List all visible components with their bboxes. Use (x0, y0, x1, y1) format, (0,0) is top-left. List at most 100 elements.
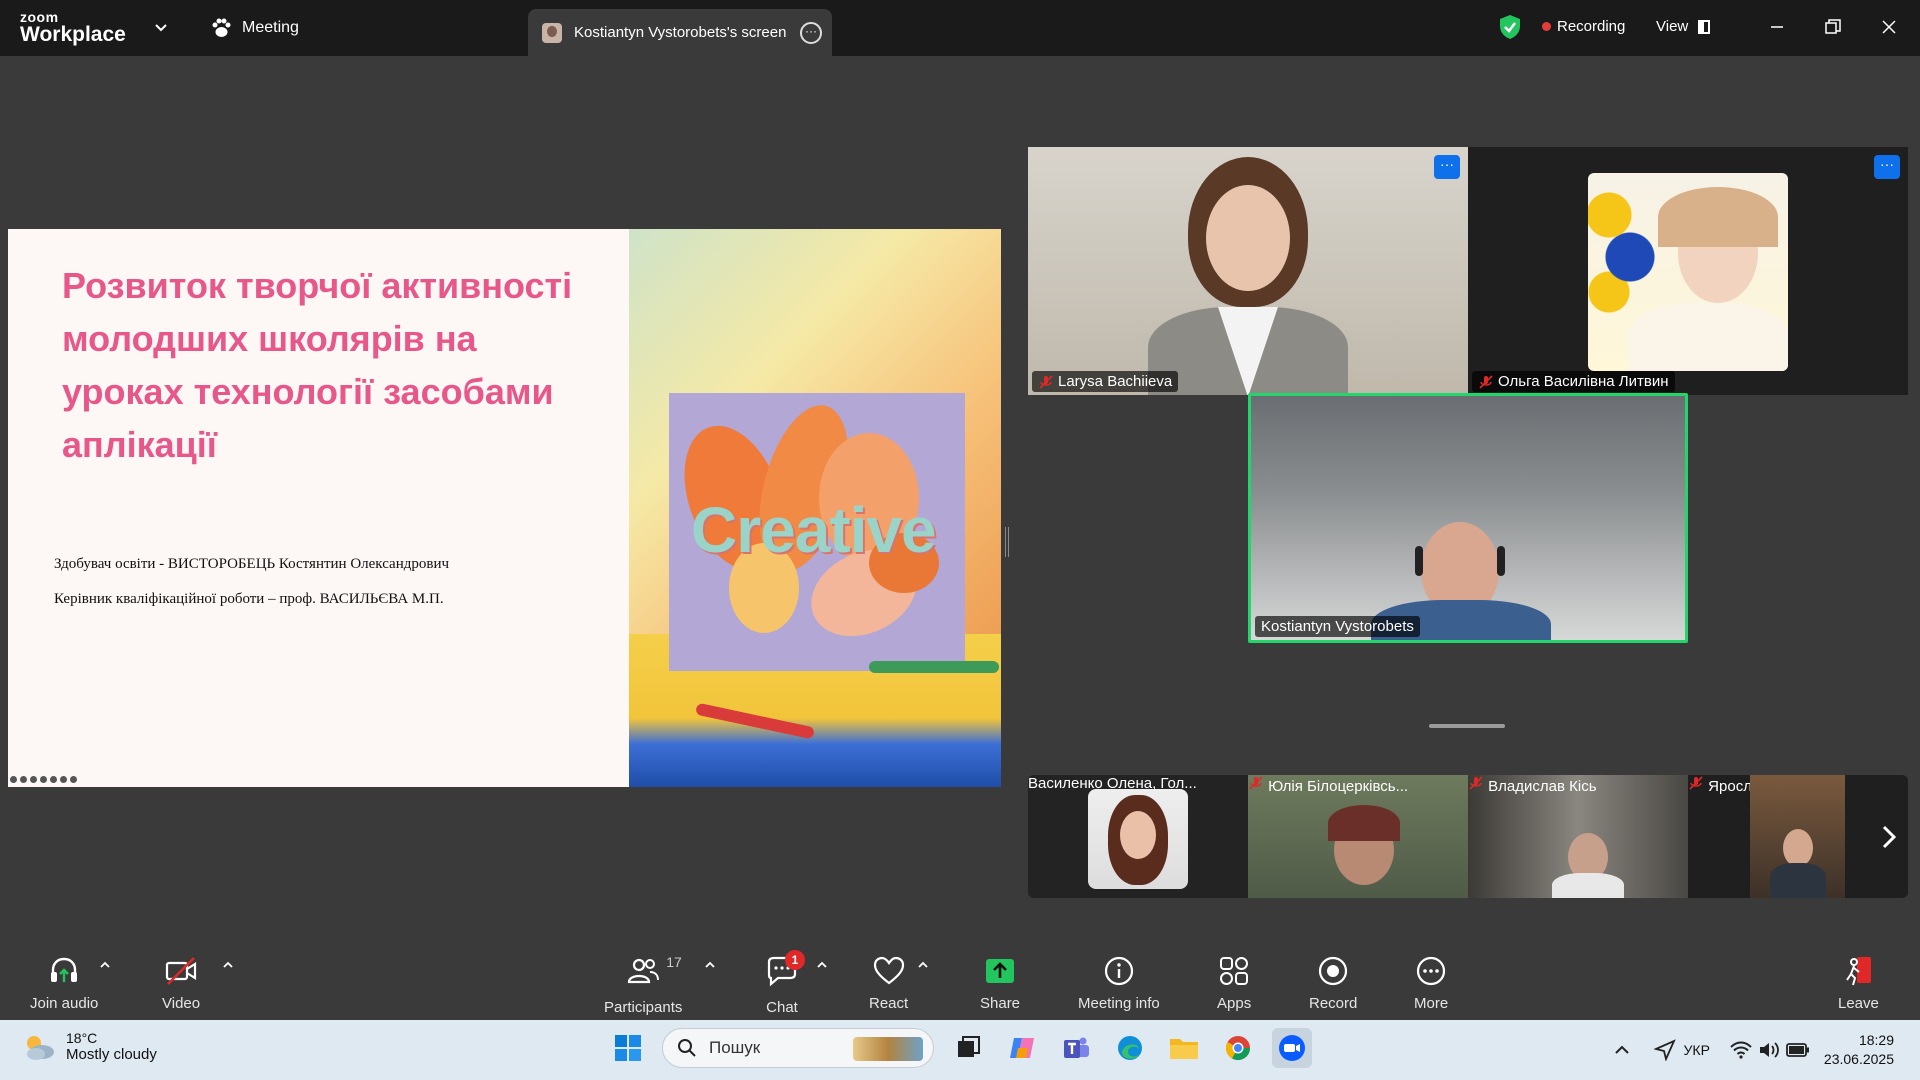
thumb-yulia[interactable]: Юлія Білоцерківсь... (1248, 775, 1468, 898)
search-placeholder: Пошук (709, 1038, 761, 1057)
headphones-icon (51, 957, 78, 982)
tile-label: Kostiantyn Vystorobets (1255, 616, 1420, 637)
participants-count: 17 (666, 954, 682, 970)
task-view-icon (958, 1036, 980, 1057)
join-audio-label: Join audio (30, 995, 99, 1012)
taskbar-app-task-view[interactable] (948, 1028, 988, 1068)
chat-button[interactable]: 1 Chat (765, 950, 805, 1016)
gallery-scroll-handle[interactable] (1429, 724, 1505, 728)
thumb-vladyslav[interactable]: Владислав Кісь (1468, 775, 1688, 898)
chevron-up-icon[interactable] (221, 958, 235, 972)
video-button[interactable]: Video (162, 954, 200, 1012)
chevron-right-icon[interactable] (1874, 819, 1904, 855)
more-button[interactable]: More (1414, 954, 1448, 1012)
video-tile-larysa[interactable]: ··· Larysa Bachiieva (1028, 147, 1468, 395)
apps-button[interactable]: Apps (1217, 954, 1251, 1012)
leave-label: Leave (1838, 995, 1879, 1012)
restore-button[interactable] (1820, 14, 1846, 40)
taskbar-app-zoom[interactable] (1272, 1028, 1312, 1068)
tile-more-icon[interactable]: ··· (1434, 155, 1460, 179)
mic-muted-icon (1469, 776, 1483, 790)
slide-toolbar[interactable] (10, 776, 77, 783)
zoom-logo: zoom Workplace (20, 10, 126, 46)
record-button[interactable]: Record (1309, 954, 1357, 1012)
chevron-up-icon[interactable] (703, 958, 717, 972)
view-button[interactable]: View (1656, 18, 1711, 35)
taskbar-search-input[interactable]: Пошук (662, 1028, 934, 1068)
volume-icon[interactable] (1758, 1040, 1780, 1060)
join-audio-button[interactable]: Join audio (30, 954, 98, 1012)
record-label: Record (1309, 995, 1358, 1012)
logo-workplace-text: Workplace (20, 23, 126, 46)
participants-button[interactable]: 17 Participants (604, 954, 682, 1016)
taskbar-app-copilot[interactable] (1002, 1028, 1042, 1068)
minimize-button[interactable] (1764, 14, 1790, 40)
clock-time: 18:29 (1858, 1032, 1894, 1048)
taskbar-app-teams[interactable] (1056, 1028, 1096, 1068)
chrome-icon (1225, 1036, 1250, 1061)
video-tile-kostiantyn[interactable]: Kostiantyn Vystorobets (1248, 393, 1688, 643)
participant-name: Ольга Василівна Литвин (1498, 373, 1669, 390)
recording-indicator[interactable]: Recording (1542, 18, 1625, 35)
edge-icon (1118, 1036, 1142, 1060)
wifi-icon[interactable] (1730, 1041, 1752, 1059)
leave-button[interactable]: Leave (1838, 954, 1879, 1012)
start-button[interactable] (608, 1028, 648, 1068)
battery-icon[interactable] (1786, 1042, 1810, 1058)
slide-tool-icon[interactable] (50, 776, 57, 783)
slide-tool-icon[interactable] (60, 776, 67, 783)
slide-tool-icon[interactable] (10, 776, 17, 783)
tile-more-icon[interactable]: ··· (1874, 155, 1900, 179)
shared-screen[interactable]: Розвиток творчої активності молодших шко… (8, 229, 1001, 787)
tile-label: Юлія Білоцерківсь... (1248, 775, 1468, 795)
react-button[interactable]: React (869, 954, 908, 1012)
presenter-avatar (542, 22, 562, 43)
apps-icon (1220, 957, 1249, 985)
slide-tool-icon[interactable] (40, 776, 47, 783)
recording-dot-icon (1542, 22, 1551, 31)
more-options-icon[interactable]: ··· (800, 22, 822, 44)
slide-tool-icon[interactable] (30, 776, 37, 783)
windows-taskbar: 18°C Mostly cloudy Пошук УКР 18:29 23.06… (0, 1020, 1920, 1080)
close-button[interactable] (1876, 14, 1902, 40)
share-button[interactable]: Share (980, 954, 1020, 1012)
recording-label: Recording (1557, 18, 1626, 35)
chevron-down-icon[interactable] (152, 18, 170, 36)
weather-widget[interactable]: 18°C Mostly cloudy (22, 1030, 157, 1063)
taskbar-app-explorer[interactable] (1164, 1028, 1204, 1068)
system-tray: УКР 18:29 23.06.2025 (1612, 1020, 1920, 1080)
shield-check-icon[interactable] (1498, 14, 1522, 40)
meeting-info-button[interactable]: Meeting info (1078, 954, 1160, 1012)
chevron-up-icon[interactable] (916, 958, 930, 972)
slide-tool-icon[interactable] (20, 776, 27, 783)
thumb-vasylenko[interactable]: Василенко Олена, Гол... (1028, 775, 1248, 898)
input-language[interactable]: УКР (1684, 1042, 1710, 1058)
leave-icon (1846, 957, 1872, 986)
video-off-icon (165, 957, 197, 985)
view-label: View (1656, 18, 1689, 35)
chevron-up-icon[interactable] (815, 958, 829, 972)
search-icon (678, 1039, 696, 1057)
video-label: Video (162, 995, 201, 1012)
slide-tool-icon[interactable] (70, 776, 77, 783)
system-clock[interactable]: 18:29 23.06.2025 (1824, 1031, 1894, 1069)
participants-icon (628, 958, 660, 984)
slide-image: Creative (629, 229, 1001, 787)
chevron-up-icon[interactable] (1612, 1040, 1632, 1060)
title-bar: zoom Workplace Meeting Kostiantyn Vystor… (0, 0, 1920, 56)
meeting-toolbar: Join audio Video 17 Participants 1 Chat … (0, 940, 1920, 1020)
mic-muted-icon (1689, 776, 1703, 790)
video-tile-olga[interactable]: ··· Ольга Василівна Литвин (1468, 147, 1908, 395)
creative-image-text: Creative (691, 494, 937, 566)
chat-unread-badge: 1 (785, 950, 805, 970)
meeting-tab[interactable]: Meeting (210, 18, 299, 38)
screen-share-tab[interactable]: Kostiantyn Vystorobets's screen ··· (528, 9, 832, 56)
taskbar-app-chrome[interactable] (1218, 1028, 1258, 1068)
panel-splitter[interactable] (1005, 527, 1009, 557)
windows-icon (615, 1035, 641, 1061)
chevron-up-icon[interactable] (98, 958, 112, 972)
taskbar-app-edge[interactable] (1110, 1028, 1150, 1068)
logo-zoom-text: zoom (20, 9, 59, 25)
location-arrow-icon[interactable] (1653, 1039, 1676, 1061)
tile-label: Ольга Василівна Литвин (1472, 371, 1675, 392)
